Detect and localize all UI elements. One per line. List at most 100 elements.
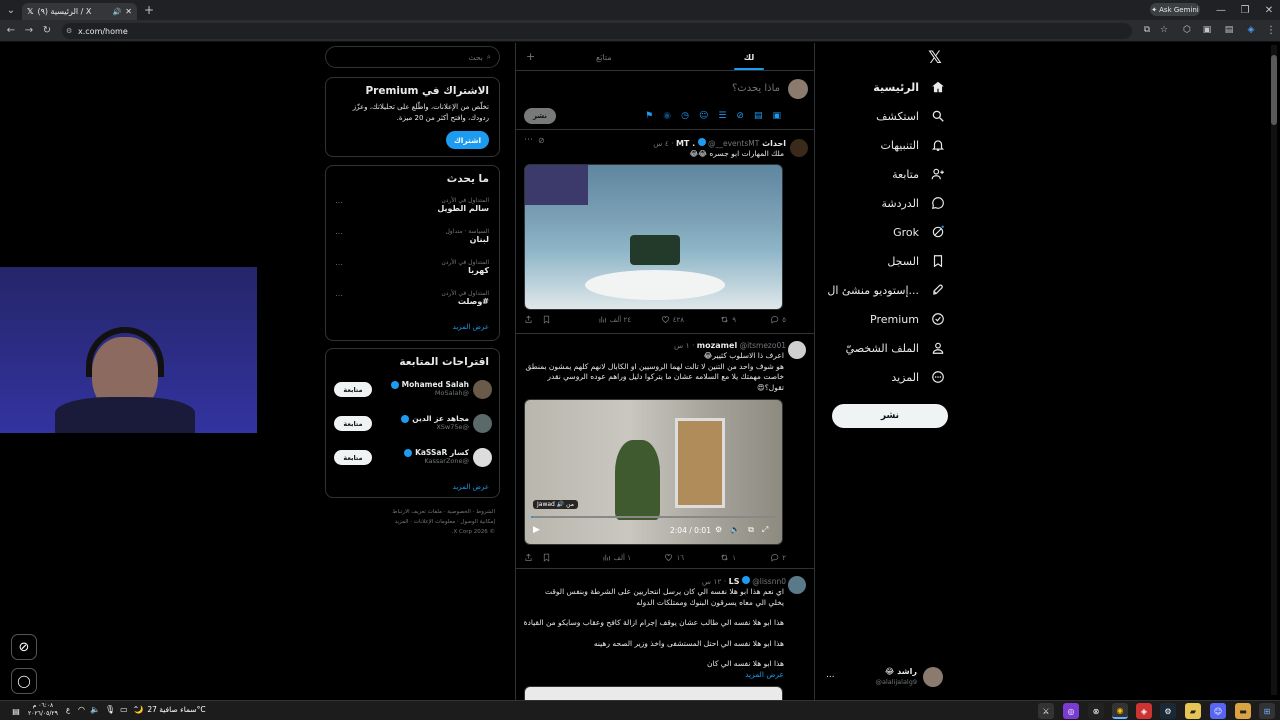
location-icon[interactable]: ◉	[663, 111, 671, 121]
tab-search-icon[interactable]: ⌄	[4, 3, 18, 17]
profile-extension-icon[interactable]: ◈	[1244, 23, 1258, 37]
tab-following[interactable]: متابَع	[596, 43, 626, 71]
bookmark-post-button[interactable]	[542, 315, 551, 324]
install-icon[interactable]: ⧉	[1140, 23, 1154, 37]
show-more-link[interactable]: عرض المزيد	[524, 670, 784, 681]
taskbar-app-icon[interactable]: ◎	[1063, 703, 1079, 719]
footer-links[interactable]: إمكانية الوصول · معلومات الإعلانات · الم…	[330, 517, 495, 527]
play-icon[interactable]: ▶	[533, 525, 540, 535]
mic-icon[interactable]: 🎙	[105, 705, 115, 714]
post-button[interactable]: نشر	[832, 404, 948, 428]
post-time[interactable]: · ٤ س	[653, 139, 673, 148]
reply-button[interactable]: ٢	[770, 553, 786, 562]
nav-bookmarks[interactable]: السجل	[887, 248, 945, 274]
trend-more-icon[interactable]: ⋯	[335, 260, 343, 269]
fullscreen-icon[interactable]: ⤢	[762, 525, 768, 535]
steam-icon[interactable]: ⚙	[1160, 703, 1176, 719]
post-handle[interactable]: @lissnn0	[752, 577, 786, 586]
weather-widget[interactable]: 🌙 سماء صافية 27°C	[134, 705, 206, 714]
trend-item[interactable]: المتداول في الأردن كهربا	[441, 259, 489, 275]
tab-for-you[interactable]: لك	[734, 43, 764, 71]
back-icon[interactable]: ←	[4, 23, 18, 37]
taskbar-app-icon[interactable]: ◈	[1136, 703, 1152, 719]
share-button[interactable]	[524, 315, 533, 324]
suggestion-item[interactable]: Mohamed Salah @MoSalah	[390, 380, 469, 397]
media-icon[interactable]: ▣	[772, 111, 781, 121]
reply-button[interactable]: ٥	[770, 315, 786, 324]
sidepanel-icon[interactable]: ▤	[1222, 23, 1236, 37]
post-item[interactable]: LS @lissnn0 · ١٢ س اي نعم هذا ابو هلا نف…	[516, 570, 814, 700]
share-button[interactable]	[524, 553, 533, 562]
taskbar-app-icon[interactable]: ⚔	[1038, 703, 1054, 719]
post-handle[interactable]: @itsmezo01	[740, 341, 786, 350]
volume-icon[interactable]: 🔈	[90, 705, 100, 714]
trend-item[interactable]: المتداول في الأردن سالم الطويل	[437, 197, 489, 213]
compose-post-button[interactable]: نشر	[524, 108, 556, 124]
nav-notifications[interactable]: التنبيهات	[881, 132, 945, 158]
gif-icon[interactable]: ▤	[754, 111, 763, 121]
suggestion-item[interactable]: مجاهد عز الدين @XSw75e	[401, 414, 469, 431]
browser-menu-icon[interactable]: ⋮	[1264, 23, 1278, 37]
new-tab-button[interactable]: +	[142, 3, 156, 17]
page-scrollbar[interactable]	[1271, 45, 1277, 695]
post-author-name[interactable]: LS	[729, 577, 740, 586]
follow-button[interactable]: متابعة	[334, 416, 372, 431]
repost-button[interactable]: ٩	[720, 315, 736, 324]
minimize-button[interactable]: —	[1214, 3, 1228, 17]
forward-icon[interactable]: →	[22, 23, 36, 37]
trend-item[interactable]: السياسة · متداول لبنان	[445, 228, 489, 244]
views-button[interactable]: ١ ألف	[602, 553, 631, 562]
taskbar-app-icon[interactable]: ⊗	[1088, 703, 1104, 719]
post-item[interactable]: mozamel @itsmezo01 · ١ س اعرف ذا الاسلوب…	[516, 335, 814, 569]
post-item[interactable]: احداث MT . @__eventsMT · ٤ س ⊘ ⋯ ملك الم…	[516, 131, 814, 334]
nav-creator-studio[interactable]: إستوديو منشئ ال...	[827, 277, 945, 303]
account-more-icon[interactable]: ...	[826, 670, 835, 680]
search-input[interactable]: بحث ⌕	[325, 46, 500, 68]
suggestion-avatar[interactable]	[473, 414, 492, 433]
maximize-button[interactable]: ❐	[1238, 3, 1252, 17]
site-info-icon[interactable]: ⚙	[66, 27, 72, 35]
reload-icon[interactable]: ↻	[40, 23, 54, 37]
views-button[interactable]: ٢٤ ألف	[598, 315, 631, 324]
post-handle[interactable]: @__eventsMT	[708, 139, 759, 148]
x-logo-icon[interactable]: 𝕏	[926, 49, 944, 67]
chrome-taskbar-icon[interactable]: ◉	[1112, 703, 1128, 719]
account-switcher[interactable]: راشد 😂 @alalijalalg9 ...	[822, 663, 947, 691]
follow-button[interactable]: متابعة	[334, 382, 372, 397]
subscribe-button[interactable]: اشتراك	[446, 131, 489, 149]
grok-post-icon[interactable]: ⊘	[538, 136, 545, 145]
post-image[interactable]	[524, 686, 783, 700]
floating-chat-button[interactable]: ◯	[11, 668, 37, 694]
post-more-icon[interactable]: ⋯	[524, 135, 533, 145]
battery-icon[interactable]: ▭	[120, 705, 128, 714]
mute-icon[interactable]: 🔈	[730, 525, 740, 535]
nav-premium[interactable]: Premium	[870, 306, 945, 332]
file-explorer-icon[interactable]: ▬	[1235, 703, 1251, 719]
settings-icon[interactable]: ⚙	[715, 525, 722, 535]
start-button-icon[interactable]: ⊞	[1259, 703, 1275, 719]
popout-icon[interactable]: ⧉	[748, 525, 754, 535]
nav-home[interactable]: الرئيسية	[873, 74, 945, 100]
trend-more-icon[interactable]: ⋯	[335, 198, 343, 207]
nav-follow[interactable]: متابعة	[892, 161, 945, 187]
suggestion-avatar[interactable]	[473, 448, 492, 467]
trend-more-icon[interactable]: ⋯	[335, 291, 343, 300]
post-avatar[interactable]	[788, 576, 806, 594]
bookmark-post-button[interactable]	[542, 553, 551, 562]
suggestions-show-more[interactable]: عرض المزيد	[453, 483, 489, 491]
grok-compose-icon[interactable]: ⊘	[736, 111, 744, 121]
nav-more[interactable]: المزيد	[891, 364, 945, 390]
browser-tab[interactable]: 𝕏 (٩) الرئيسية / X 🔊 ✕	[22, 3, 137, 20]
post-time[interactable]: · ١٢ س	[702, 577, 726, 586]
ask-gemini-button[interactable]: ✦ Ask Gemini	[1150, 3, 1200, 16]
language-indicator[interactable]: ع	[66, 706, 70, 714]
poll-icon[interactable]: ☰	[718, 111, 726, 121]
like-button[interactable]: ٤٢٨	[661, 315, 684, 324]
compose-input[interactable]: ماذا يحدث؟	[732, 83, 780, 94]
like-button[interactable]: ١٦	[664, 553, 684, 562]
extensions-puzzle-icon[interactable]: ▣	[1200, 23, 1214, 37]
post-video-player[interactable]: Jawad 🔊 من ▶ 2:04 / 0:01 ⚙ 🔈 ⧉ ⤢	[524, 399, 783, 545]
extension-icon[interactable]: ⬡	[1180, 23, 1194, 37]
suggestion-avatar[interactable]	[473, 380, 492, 399]
taskbar-app-icon[interactable]: ▰	[1185, 703, 1201, 719]
